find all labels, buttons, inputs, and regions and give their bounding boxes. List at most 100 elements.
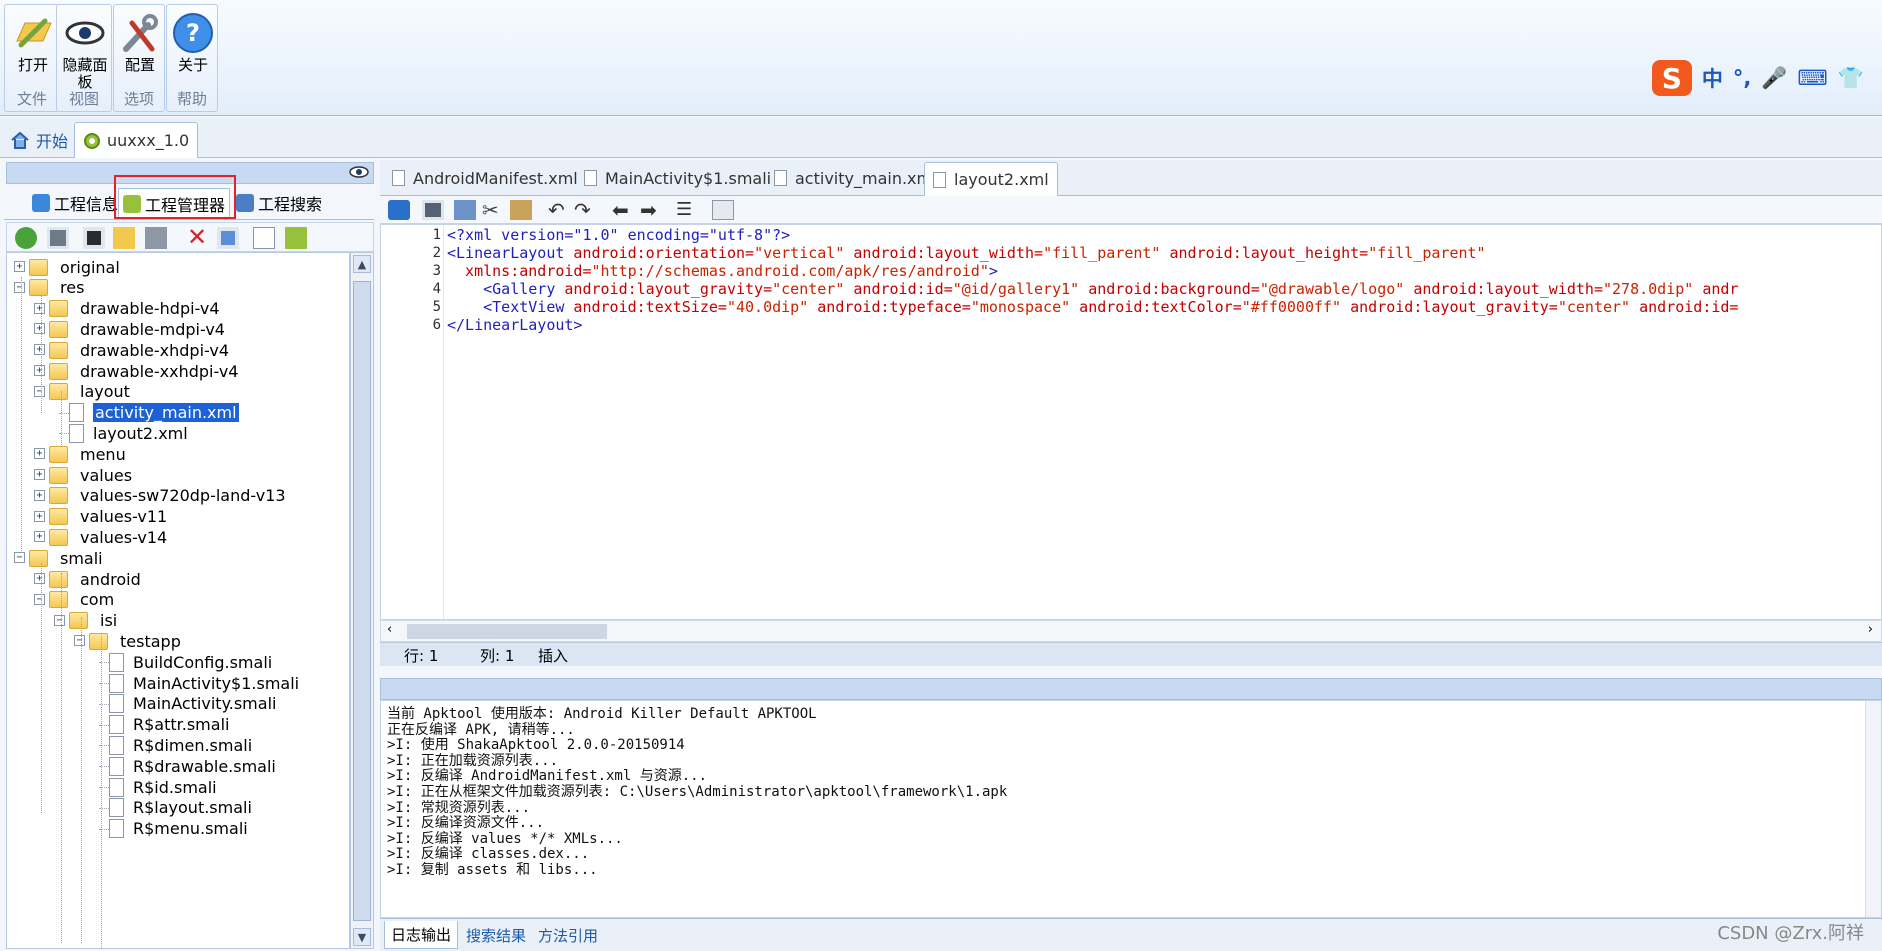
tree-item-label: MainActivity$1.smali — [133, 673, 300, 693]
copy-icon[interactable] — [454, 200, 476, 220]
tab-method-refs[interactable]: 方法引用 — [532, 921, 604, 949]
eye-icon — [65, 21, 105, 45]
paste-icon[interactable] — [510, 200, 532, 220]
tab-log-output[interactable]: 日志输出 — [384, 921, 459, 949]
undo-icon[interactable]: ↶ — [548, 200, 570, 220]
ime-language[interactable]: 中 — [1702, 63, 1723, 93]
terminal-icon[interactable] — [83, 227, 105, 249]
log-output[interactable]: 当前 Apktool 使用版本: Android Killer Default … — [380, 700, 1882, 918]
wrench-screwdriver-icon — [123, 14, 158, 52]
tab-layout2[interactable]: layout2.xml — [924, 162, 1058, 196]
scroll-thumb[interactable] — [407, 624, 607, 639]
forward-arrow-icon[interactable]: ➡ — [640, 200, 662, 220]
folder-icon — [49, 362, 68, 380]
pdf-icon[interactable] — [253, 227, 275, 249]
refresh-icon[interactable] — [15, 227, 37, 249]
editor-status-bar: 行: 1 列: 1 插入 — [380, 642, 1882, 666]
collapse-icon[interactable]: − — [74, 635, 85, 647]
expand-icon[interactable]: + — [14, 261, 25, 272]
code-line: <Gallery android:layout_gravity="center"… — [447, 280, 1738, 298]
scroll-thumb[interactable] — [353, 281, 371, 921]
folder-icon — [49, 591, 68, 609]
code-editor[interactable]: 1 2 3 4 5 6 <?xml version="1.0" encoding… — [380, 224, 1882, 620]
back-arrow-icon[interactable]: ⬅ — [612, 200, 634, 220]
copy-icon[interactable] — [217, 227, 239, 249]
save-icon[interactable] — [422, 200, 444, 220]
expand-icon[interactable]: + — [34, 344, 45, 356]
scroll-left-icon[interactable]: ‹ — [387, 622, 392, 637]
microphone-icon[interactable]: 🎤 — [1761, 66, 1787, 91]
about-button[interactable]: ? 关于 — [163, 7, 223, 87]
tab-search-results[interactable]: 搜索结果 — [460, 921, 532, 949]
open-folder-icon[interactable] — [113, 227, 135, 249]
expand-icon[interactable]: + — [34, 510, 45, 522]
format-icon[interactable]: ☰ — [676, 200, 698, 220]
scroll-down-icon[interactable]: ▼ — [353, 928, 371, 946]
scroll-up-icon[interactable]: ▲ — [353, 255, 371, 273]
tab-project-search[interactable]: 工程搜索 — [232, 188, 326, 218]
sogou-logo[interactable]: S — [1651, 60, 1692, 96]
import-icon[interactable] — [47, 227, 69, 249]
code-line: xmlns:android="http://schemas.android.co… — [447, 262, 998, 280]
collapse-icon[interactable]: − — [14, 281, 25, 293]
tab-start[interactable]: 开始 — [2, 122, 76, 158]
expand-icon[interactable]: + — [34, 489, 45, 501]
tree-item-label: smali — [60, 548, 103, 568]
tree-item-label: com — [80, 590, 115, 610]
editor-area: AndroidManifest.xml MainActivity$1.smali… — [380, 160, 1882, 666]
expand-icon[interactable]: + — [34, 302, 45, 314]
ime-toolbar: S 中 °, 🎤 ⌨ 👕 — [1651, 60, 1864, 96]
status-mode: 插入 — [538, 647, 569, 665]
tree-item-label: res — [60, 278, 85, 298]
tree-item-label: R$layout.smali — [133, 798, 252, 818]
scroll-right-icon[interactable]: › — [1868, 622, 1873, 637]
expand-icon[interactable]: + — [34, 573, 45, 584]
tab-label: 搜索结果 — [466, 926, 527, 945]
folder-icon — [49, 320, 68, 338]
code-token: "center" — [1557, 298, 1631, 316]
skin-shirt-icon[interactable]: 👕 — [1838, 66, 1864, 91]
expand-icon[interactable]: + — [34, 448, 45, 460]
lock-icon[interactable] — [388, 200, 410, 220]
tab-activity-main[interactable]: activity_main.xml — [766, 162, 945, 194]
collapse-icon[interactable]: − — [34, 385, 45, 397]
redo-icon[interactable]: ↷ — [574, 200, 596, 220]
tab-project-info[interactable]: 工程信息 — [28, 188, 122, 218]
expand-icon[interactable]: + — [34, 365, 45, 376]
java-icon[interactable] — [712, 200, 734, 220]
log-scrollbar[interactable] — [1865, 701, 1881, 917]
ime-punctuation[interactable]: °, — [1733, 66, 1751, 90]
tree-item-label: drawable-mdpi-v4 — [80, 319, 225, 339]
tree-scrollbar[interactable]: ▲ ▼ — [350, 252, 374, 949]
file-icon — [109, 798, 124, 818]
expand-icon[interactable]: + — [34, 469, 45, 480]
tree-item-label: drawable-xhdpi-v4 — [80, 340, 230, 360]
line-number: 6 — [432, 317, 441, 333]
android-icon[interactable] — [285, 227, 307, 249]
config-button[interactable]: 配置 — [110, 7, 170, 87]
tab-android-manifest[interactable]: AndroidManifest.xml — [384, 162, 586, 194]
open-button[interactable]: 打开 — [3, 7, 63, 87]
file-icon — [109, 756, 124, 776]
expand-icon[interactable]: + — [34, 323, 45, 335]
tree-connector — [81, 617, 82, 943]
expand-icon[interactable]: + — [34, 531, 45, 543]
collapse-icon[interactable]: − — [14, 552, 25, 564]
code-token: android:textColor= — [1070, 298, 1242, 316]
collapse-icon[interactable]: − — [54, 614, 65, 626]
collapse-icon[interactable]: − — [34, 593, 45, 605]
keyboard-icon[interactable]: ⌨ — [1798, 66, 1828, 90]
eye-icon[interactable] — [349, 165, 369, 179]
folder-icon — [49, 487, 68, 505]
tab-project[interactable]: uuxxx_1.0 — [74, 122, 199, 158]
editor-hscrollbar[interactable]: ‹ › — [380, 620, 1882, 642]
hide-panel-button[interactable]: 隐藏面板 — [55, 7, 115, 91]
tree-file[interactable]: R$menu.smali — [109, 817, 248, 841]
tab-label: AndroidManifest.xml — [413, 168, 578, 188]
delete-icon[interactable]: ✕ — [187, 225, 209, 249]
code-token: "40.0dip" — [726, 298, 809, 316]
cut-icon[interactable]: ✂ — [482, 200, 504, 220]
bookmark-icon[interactable] — [145, 227, 167, 249]
tab-mainactivity-smali[interactable]: MainActivity$1.smali — [576, 162, 779, 194]
highlight-box — [114, 175, 236, 219]
